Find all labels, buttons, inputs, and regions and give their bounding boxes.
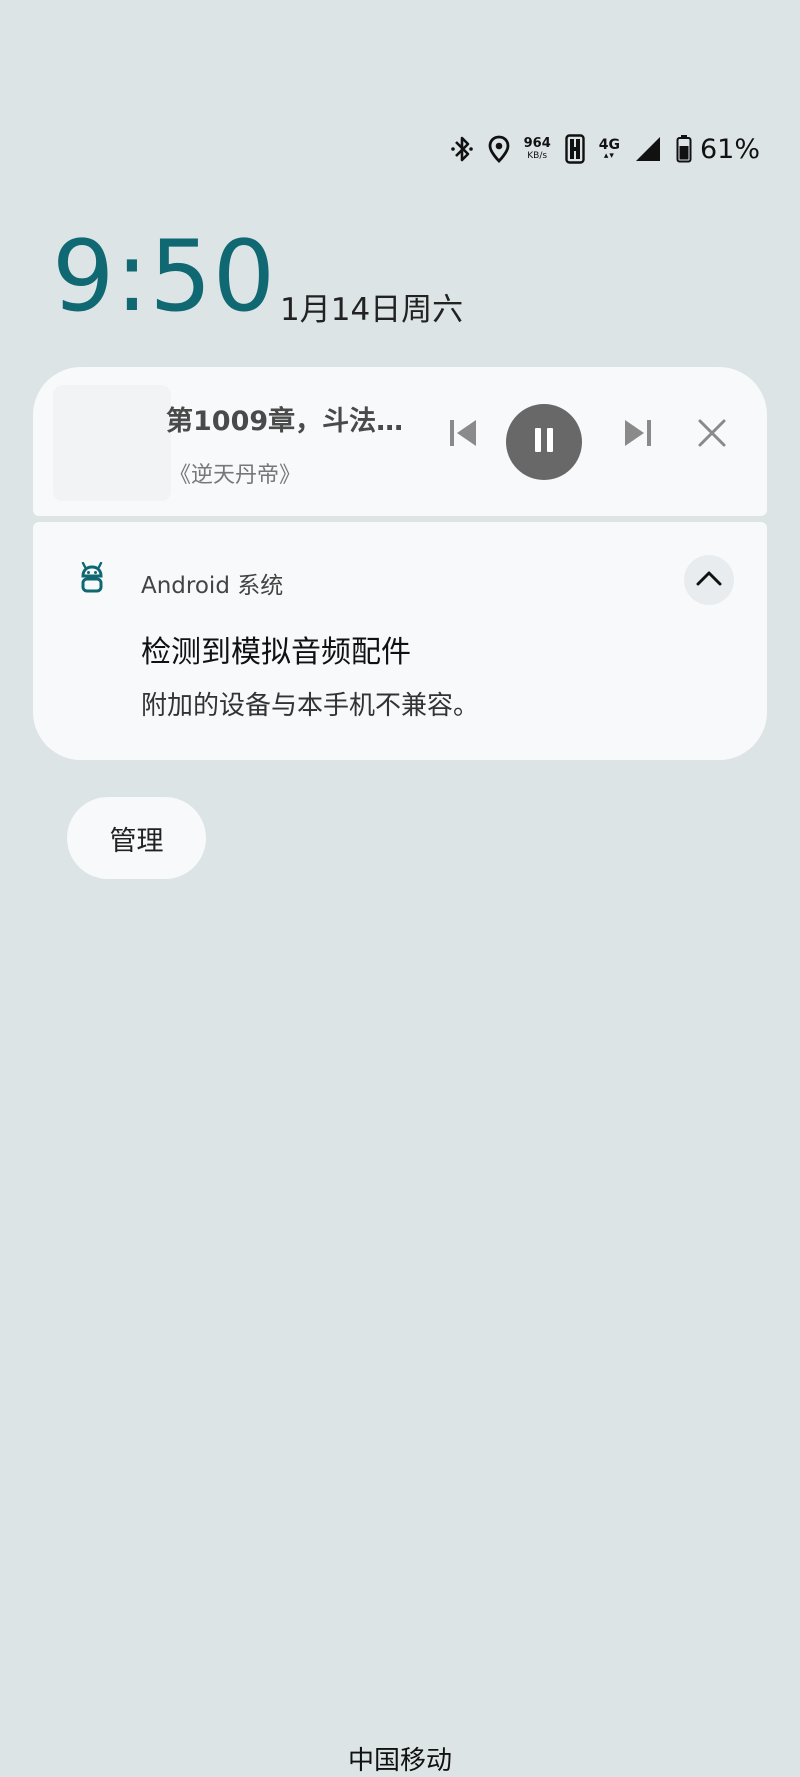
previous-icon — [446, 416, 480, 454]
next-icon — [621, 416, 655, 454]
previous-button[interactable] — [433, 405, 493, 465]
notification-title: 检测到模拟音频配件 — [141, 635, 411, 670]
network-type-label: 4G — [598, 136, 620, 153]
pause-icon — [531, 426, 557, 458]
notification-text: 附加的设备与本手机不兼容。 — [141, 691, 480, 721]
notification-app-name: Android 系统 — [141, 573, 284, 599]
manage-button[interactable]: 管理 — [67, 797, 206, 879]
location-icon — [488, 135, 510, 163]
status-bar: 964 KB/s 4G ▴▾ 61% — [450, 128, 760, 170]
lockscreen-date: 1月14日周六 — [280, 292, 464, 328]
collapse-button[interactable] — [684, 555, 734, 605]
close-button[interactable] — [682, 405, 742, 465]
net-speed-value: 964 — [523, 136, 551, 151]
net-speed: 964 KB/s — [524, 137, 551, 161]
bluetooth-icon — [450, 135, 474, 163]
battery-icon — [676, 135, 692, 163]
carrier-label: 中国移动 — [347, 1746, 452, 1776]
media-notification[interactable]: 第1009章，斗法… 《逆天丹帝》 — [33, 367, 767, 516]
net-speed-unit: KB/s — [527, 151, 548, 161]
close-icon — [696, 417, 728, 453]
system-notification[interactable]: Android 系统 检测到模拟音频配件 附加的设备与本手机不兼容。 — [33, 522, 767, 760]
data-activity-icon: ▴▾ — [603, 150, 615, 161]
media-subtitle: 《逆天丹帝》 — [169, 463, 302, 488]
battery-percent: 61% — [699, 133, 760, 165]
album-art — [53, 385, 171, 501]
lockscreen-clock: 9:50 — [52, 220, 277, 334]
media-title: 第1009章，斗法… — [166, 406, 404, 437]
signal-icon — [634, 135, 662, 163]
android-icon — [79, 561, 105, 598]
pause-button[interactable] — [506, 404, 582, 480]
hd-icon — [565, 134, 585, 164]
network-type: 4G ▴▾ — [599, 138, 620, 161]
chevron-up-icon — [696, 570, 722, 590]
next-button[interactable] — [608, 405, 668, 465]
